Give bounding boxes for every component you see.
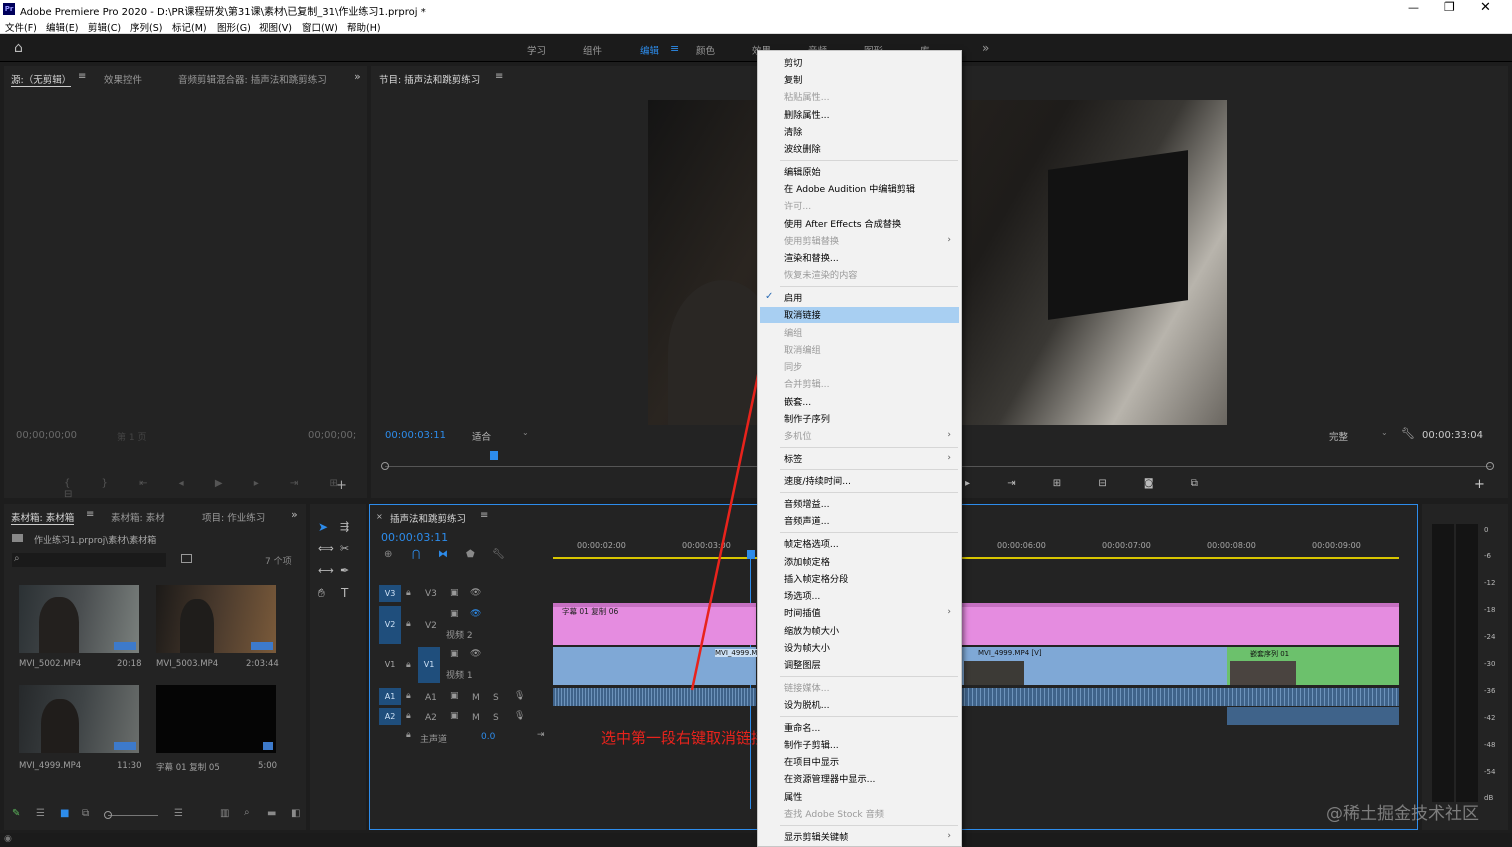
context-menu-item: 使用剪辑替换 <box>784 236 840 247</box>
context-menu-item[interactable]: 属性 <box>784 789 802 806</box>
submenu-chevron-icon: › <box>947 831 951 841</box>
context-menu-item[interactable]: 调整图层 <box>784 657 821 674</box>
context-menu-item[interactable]: 取消链接 <box>784 307 821 324</box>
context-menu: ✓ 剪切 复制粘贴属性... 删除属性... 清除 波纹删除编辑原始在 Adobe Au… <box>757 50 962 847</box>
menu-separator <box>780 676 958 677</box>
context-menu-item[interactable]: 在 Adobe Audition 中编辑剪辑 <box>784 181 915 198</box>
context-menu-item: 多机位 <box>784 431 812 442</box>
annotation-text: 选中第一段右键取消链接 <box>601 729 767 747</box>
context-menu-item[interactable]: 添加帧定格 <box>784 554 830 571</box>
submenu-chevron-icon: › <box>947 607 951 617</box>
context-menu-item[interactable]: 启用 <box>784 290 802 307</box>
context-menu-item[interactable]: 编辑原始 <box>784 164 821 181</box>
context-menu-item[interactable]: 时间插值 <box>784 605 821 622</box>
context-menu-item: 取消编组 <box>784 345 821 356</box>
context-menu-item[interactable]: 帧定格选项... <box>784 536 839 553</box>
annotation-arrow <box>690 308 778 691</box>
context-menu-item[interactable]: 设为脱机... <box>784 697 830 714</box>
submenu-chevron-icon: › <box>947 235 951 245</box>
context-menu-item[interactable]: 音频增益... <box>784 496 830 513</box>
context-menu-item[interactable]: 在资源管理器中显示... <box>784 771 875 788</box>
context-menu-item[interactable]: 重命名... <box>784 720 820 737</box>
submenu-chevron-icon: › <box>947 430 951 440</box>
context-menu-item: 查找 Adobe Stock 音频 <box>784 809 884 820</box>
menu-separator <box>780 532 958 533</box>
context-menu-item[interactable]: 显示剪辑关键帧 <box>784 829 848 846</box>
context-menu-item: 粘贴属性... <box>784 92 830 103</box>
context-menu-item: 合并剪辑... <box>784 379 830 390</box>
context-menu-item[interactable]: 使用 After Effects 合成替换 <box>784 216 901 233</box>
check-icon: ✓ <box>765 291 774 302</box>
context-menu-item: 许可... <box>784 201 812 212</box>
context-menu-item[interactable]: 制作子剪辑... <box>784 737 839 754</box>
context-menu-item[interactable]: 制作子序列 <box>784 411 830 428</box>
context-menu-item[interactable]: 缩放为帧大小 <box>784 623 839 640</box>
context-menu-item[interactable]: 标签 <box>784 451 802 468</box>
context-menu-item[interactable]: 复制 <box>784 72 802 89</box>
menu-separator <box>780 447 958 448</box>
menu-separator <box>780 825 958 826</box>
context-menu-item[interactable]: 嵌套... <box>784 394 811 411</box>
context-menu-item: 同步 <box>784 362 803 373</box>
context-menu-item[interactable]: 音频声道... <box>784 513 830 530</box>
watermark: @稀土掘金技术社区 <box>1326 804 1479 824</box>
context-menu-item: 恢复未渲染的内容 <box>784 270 858 281</box>
context-menu-item[interactable]: 在项目中显示 <box>784 754 839 771</box>
menu-separator <box>780 469 958 470</box>
menu-separator <box>780 160 958 161</box>
context-menu-item: 编组 <box>784 328 803 339</box>
menu-separator <box>780 492 958 493</box>
context-menu-item[interactable]: 设为帧大小 <box>784 640 830 657</box>
context-menu-item[interactable]: 波纹删除 <box>784 141 821 158</box>
context-menu-item[interactable]: 场选项... <box>784 588 820 605</box>
context-menu-item[interactable]: 插入帧定格分段 <box>784 571 848 588</box>
submenu-chevron-icon: › <box>947 453 951 463</box>
context-menu-item[interactable]: 速度/持续时间... <box>784 473 851 490</box>
context-menu-item[interactable]: 删除属性... <box>784 107 830 124</box>
menu-separator <box>780 716 958 717</box>
context-menu-item[interactable]: 清除 <box>784 124 802 141</box>
context-menu-item: 链接媒体... <box>784 683 830 694</box>
menu-separator <box>780 286 958 287</box>
context-menu-item[interactable]: 剪切 <box>784 55 802 72</box>
context-menu-item[interactable]: 渲染和替换... <box>784 250 839 267</box>
